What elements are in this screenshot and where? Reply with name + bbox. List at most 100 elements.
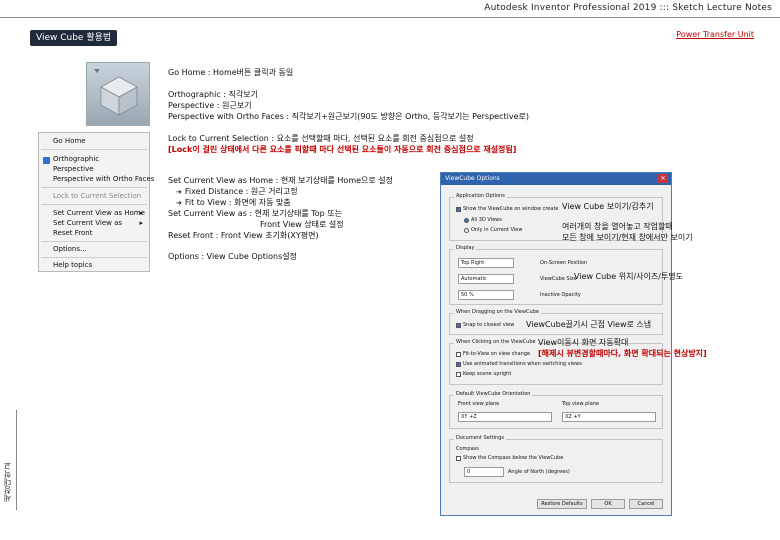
checkbox-icon [456, 455, 461, 461]
position-select[interactable]: Top Right [458, 258, 514, 268]
keep-upright-checkbox[interactable]: Keep scene upright [456, 371, 511, 377]
group-document-settings: Document Settings Compass Show the Compa… [449, 435, 663, 483]
group-label: Document Settings [454, 435, 507, 441]
menu-options[interactable]: Options... [53, 245, 87, 254]
desc-fit-view: ➔ Fit to View : 화면에 자동 맞춤 [168, 198, 291, 208]
submenu-arrow-icon: ▸ [139, 219, 143, 227]
note-fit: View이동시 화면 자동확대 [538, 338, 629, 347]
side-divider [16, 410, 17, 510]
front-view-select[interactable]: XY +Z [458, 412, 552, 422]
menu-separator [41, 204, 147, 205]
menu-set-home[interactable]: Set Current View as Home [53, 209, 145, 218]
restore-defaults-button[interactable]: Restore Defaults [537, 499, 587, 509]
desc-fit-view-text: Fit to View : 화면에 자동 맞춤 [184, 198, 291, 207]
desc-lock-note: [Lock이 걸린 상태에서 다른 요소를 픽할때 마다 선택된 요소들이 자동… [168, 145, 517, 154]
opacity-label: Inactive Opacity [540, 292, 581, 298]
radio-icon [464, 217, 469, 223]
group-label: When Dragging on the ViewCube [454, 309, 541, 315]
note-show-hide: View Cube 보이기/감추기 [562, 202, 654, 211]
menu-orthographic[interactable]: Orthographic [53, 155, 99, 164]
unit-link[interactable]: Power Transfer Unit [676, 30, 754, 39]
checkbox-label: Keep scene upright [463, 371, 512, 377]
checkbox-icon [456, 206, 461, 212]
submenu-arrow-icon: ▸ [139, 209, 143, 217]
animated-checkbox[interactable]: Use animated transitions when switching … [456, 361, 582, 367]
compass-label: Compass [456, 446, 479, 452]
arrow-icon: ➔ [176, 188, 182, 196]
desc-options: Options : View Cube Options설정 [168, 252, 297, 261]
size-label: ViewCube Size [540, 276, 577, 282]
radio-label: Only in Current View [471, 227, 523, 233]
menu-set-current-view[interactable]: Set Current View as [53, 219, 122, 228]
checkbox-icon [456, 351, 461, 357]
menu-lock-selection[interactable]: Lock to Current Selection [53, 192, 141, 201]
angle-label: Angle of North (degrees) [508, 469, 570, 475]
position-label: On-Screen Position [540, 260, 588, 266]
menu-separator [41, 187, 147, 188]
desc-go-home: Go Home : Home버튼 클릭과 동일 [168, 68, 294, 77]
fit-on-change-checkbox[interactable]: Fit-to-View on view change [456, 351, 530, 357]
check-icon [43, 157, 50, 164]
menu-help-topics[interactable]: Help topics [53, 261, 92, 270]
group-label: Application Options [454, 193, 507, 199]
menu-perspective-ortho[interactable]: Perspective with Ortho Faces [53, 175, 154, 184]
desc-reset-front: Reset Front : Front View 초기화(XY평면) [168, 231, 319, 240]
checkbox-label: Snap to closest view [463, 322, 515, 328]
note-position-size: View Cube 위치/사이즈/투명도 [574, 272, 683, 281]
checkbox-label: Use animated transitions when switching … [463, 361, 582, 367]
cancel-button[interactable]: Cancel [629, 499, 663, 509]
show-compass-checkbox[interactable]: Show the Compass below the ViewCube [456, 455, 563, 461]
side-label: 세창대학교 [3, 462, 12, 502]
note-snap: ViewCube끌기시 근접 View로 스냅 [526, 320, 652, 329]
viewcube-icon [94, 69, 138, 116]
header-bar: Autodesk Inventor Professional 2019 ::: … [0, 0, 780, 18]
snap-checkbox[interactable]: Snap to closest view [456, 322, 514, 328]
show-cube-checkbox[interactable]: Show the ViewCube on window create [456, 206, 559, 212]
checkbox-label: Fit-to-View on view change [463, 351, 531, 357]
front-view-label: Front view plane [458, 401, 500, 407]
top-view-select[interactable]: XZ +Y [562, 412, 656, 422]
group-label: Default ViewCube Orientation [454, 391, 533, 397]
section-title: View Cube 활용법 [30, 30, 118, 46]
size-select[interactable]: Automatic [458, 274, 514, 284]
checkbox-label: Show the Compass below the ViewCube [463, 455, 564, 461]
desc-set-current-view-2: Front View 상태로 설정 [260, 220, 344, 229]
desc-set-home: Set Current View as Home : 현재 보기상태를 Home… [168, 176, 394, 185]
checkbox-icon [456, 322, 461, 328]
dialog-titlebar: ViewCube Options ✕ [441, 173, 671, 185]
viewcube-context-menu: Go Home Orthographic Perspective Perspec… [38, 132, 154, 272]
menu-reset-front[interactable]: Reset Front [53, 229, 92, 238]
menu-perspective[interactable]: Perspective [53, 165, 94, 174]
radio-label: All 3D Views [471, 217, 502, 223]
opacity-select[interactable]: 50 % [458, 290, 514, 300]
close-icon[interactable]: ✕ [658, 174, 668, 183]
dialog-title: ViewCube Options [445, 175, 500, 182]
desc-lock-selection: Lock to Current Selection : 요소를 선택할때 마다,… [168, 134, 474, 143]
header-divider [0, 17, 780, 18]
only-current-radio[interactable]: Only in Current View [464, 227, 522, 233]
note-fit-red: [해제시 뷰변경할때마다, 화면 확대되는 현상방지] [538, 349, 707, 358]
checkbox-icon [456, 361, 461, 367]
arrow-icon: ➔ [176, 199, 182, 207]
group-label: When Clicking on the ViewCube [454, 339, 538, 345]
group-label: Display [454, 245, 477, 251]
desc-perspective: Perspective : 원근보기 [168, 101, 252, 110]
menu-separator [41, 241, 147, 242]
top-view-label: Top view plane [562, 401, 600, 407]
menu-separator [41, 257, 147, 258]
desc-fixed-distance-text: Fixed Distance : 원근 거리고정 [184, 187, 298, 196]
desc-set-current-view: Set Current View as : 현재 보기상태를 Top 또는 [168, 209, 343, 218]
viewcube-image [86, 62, 150, 126]
ok-button[interactable]: OK [591, 499, 625, 509]
desc-fixed-distance: ➔ Fixed Distance : 원근 거리고정 [168, 187, 298, 197]
radio-icon [464, 227, 469, 233]
all-views-radio[interactable]: All 3D Views [464, 217, 502, 223]
desc-perspective-ortho: Perspective with Ortho Faces : 직각보기+원근보기… [168, 112, 529, 121]
menu-go-home[interactable]: Go Home [53, 137, 86, 146]
header-title: Autodesk Inventor Professional 2019 ::: … [484, 3, 772, 13]
menu-separator [41, 149, 147, 150]
angle-input[interactable]: 0 [464, 467, 504, 477]
group-default-orientation: Default ViewCube Orientation Front view … [449, 391, 663, 429]
desc-orthographic: Orthographic : 직각보기 [168, 90, 258, 99]
checkbox-icon [456, 371, 461, 377]
